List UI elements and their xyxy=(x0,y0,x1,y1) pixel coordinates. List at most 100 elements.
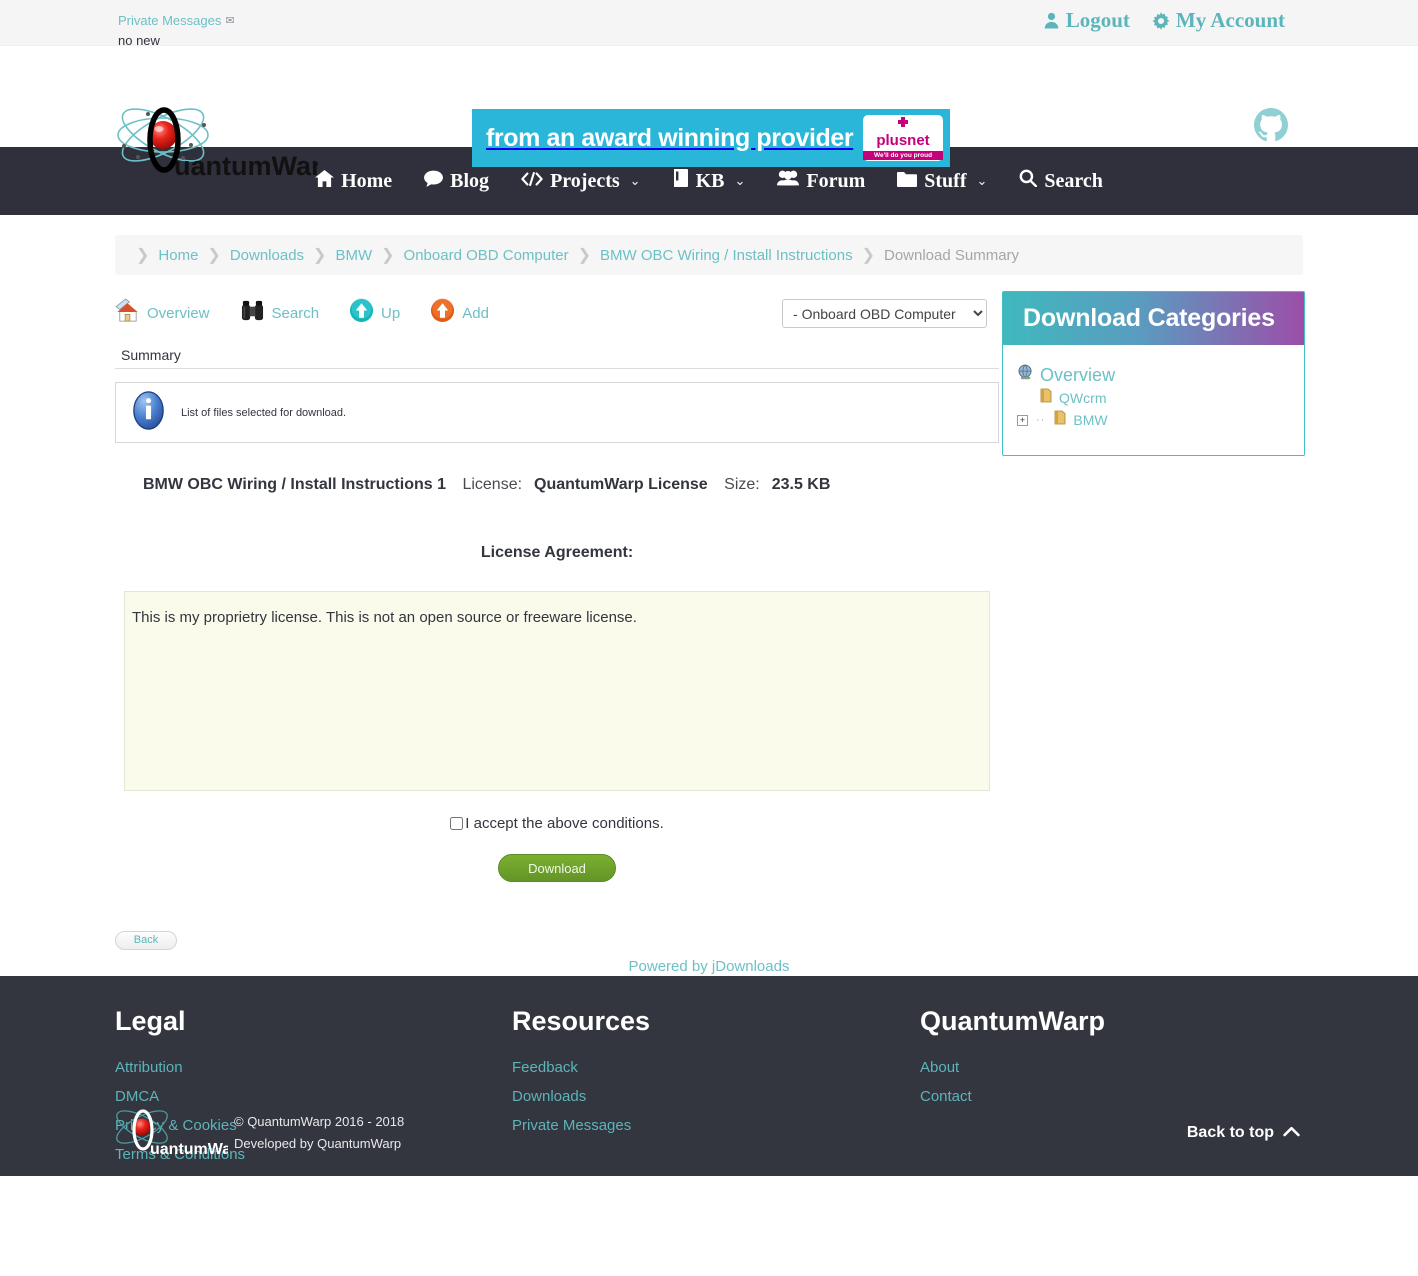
nav-item-search[interactable]: Search xyxy=(1003,169,1119,193)
plusnet-wordmark: plusnet xyxy=(876,131,930,149)
category-link-qwcrm[interactable]: QWcrm xyxy=(1059,390,1106,406)
footer-link-about[interactable]: About xyxy=(920,1059,1105,1076)
breadcrumb: ❯ Home ❯ Downloads ❯ BMW ❯ Onboard OBD C… xyxy=(115,235,1303,275)
chevron-down-icon: ⌄ xyxy=(734,173,746,188)
sidebar-column: Download Categories Overview QWcrm + ·· … xyxy=(1002,291,1305,456)
breadcrumb-separator: ❯ xyxy=(207,247,221,264)
top-utility-bar: Private Messages ✉ no new Logout My Accou… xyxy=(0,0,1418,49)
back-button[interactable]: Back xyxy=(115,930,177,950)
toolbar-add[interactable]: Add xyxy=(430,298,489,328)
category-link-bmw[interactable]: BMW xyxy=(1073,412,1107,428)
back-to-top-label: Back to top xyxy=(1186,1123,1274,1141)
toolbar-up[interactable]: Up xyxy=(349,298,400,328)
category-row-bmw[interactable]: + ·· BMW xyxy=(1003,409,1304,431)
my-account-label: My Account xyxy=(1175,8,1285,32)
svg-text:uantumWarp: uantumWarp xyxy=(174,151,318,181)
tree-connector: ·· xyxy=(1036,414,1046,426)
footer-heading-quantumwarp: QuantumWarp xyxy=(920,1005,1105,1036)
plusnet-tagline: We'll do you proud xyxy=(863,150,943,160)
private-messages-link[interactable]: Private Messages xyxy=(118,13,221,28)
gear-icon xyxy=(1152,11,1170,30)
license-agreement-heading: License Agreement: xyxy=(480,544,634,561)
nav-label-home: Home xyxy=(341,169,393,192)
nav-item-projects[interactable]: Projects ⌄ xyxy=(505,170,657,193)
footer-link-attribution[interactable]: Attribution xyxy=(115,1059,512,1076)
site-logo[interactable]: uantumWarp xyxy=(108,99,338,181)
logout-label: Logout xyxy=(1065,8,1130,32)
nav-item-kb[interactable]: KB ⌄ xyxy=(657,169,762,193)
download-button-wrap: Download xyxy=(115,854,999,882)
footer-link-feedback[interactable]: Feedback xyxy=(512,1059,920,1076)
chevron-down-icon: ⌄ xyxy=(976,173,988,188)
nav-label-blog: Blog xyxy=(450,169,490,192)
summary-heading: Summary xyxy=(115,341,1000,369)
toolbar-overview[interactable]: Overview xyxy=(115,298,210,328)
category-row-overview[interactable]: Overview xyxy=(1003,363,1304,387)
svg-text:uantumWarp: uantumWarp xyxy=(150,1141,228,1158)
my-account-link[interactable]: My Account xyxy=(1152,8,1285,33)
footer-copyright: © QuantumWarp 2016 - 2018 xyxy=(234,1114,405,1130)
download-button[interactable]: Download xyxy=(498,854,617,882)
account-links: Logout My Account xyxy=(1043,8,1285,33)
license-label: License: xyxy=(462,476,523,493)
breadcrumb-item-home[interactable]: Home xyxy=(158,247,198,264)
nav-label-stuff: Stuff xyxy=(924,169,967,192)
accept-conditions-label: I accept the above conditions. xyxy=(465,815,664,832)
size-label: Size: xyxy=(724,476,760,493)
nav-item-stuff[interactable]: Stuff ⌄ xyxy=(881,170,1003,193)
content-columns: Overview Search Up Add - Onboard OBD Com… xyxy=(115,291,1305,950)
logout-link[interactable]: Logout xyxy=(1043,8,1130,33)
nav-label-kb: KB xyxy=(695,169,725,192)
breadcrumb-item-onboard-obd-computer[interactable]: Onboard OBD Computer xyxy=(404,247,569,264)
advertisement-banner[interactable]: from an award winning provider plusnet W… xyxy=(472,109,950,167)
breadcrumb-separator: ❯ xyxy=(136,247,150,264)
nav-label-search: Search xyxy=(1044,169,1103,192)
envelope-icon: ✉ xyxy=(225,15,235,27)
up-arrow-teal-icon xyxy=(349,298,374,328)
download-categories-header: Download Categories xyxy=(1003,292,1304,345)
user-icon xyxy=(1043,12,1060,29)
plusnet-logo: plusnet We'll do you proud xyxy=(863,115,943,161)
back-to-top-link[interactable]: Back to top xyxy=(1187,1124,1300,1142)
footer-heading-resources: Resources xyxy=(512,1005,651,1036)
breadcrumb-separator: ❯ xyxy=(381,247,395,264)
breadcrumb-item-bmw[interactable]: BMW xyxy=(335,247,372,264)
nav-label-projects: Projects xyxy=(550,169,620,192)
download-categories-title: Download Categories xyxy=(1023,304,1275,332)
category-link-overview[interactable]: Overview xyxy=(1040,365,1115,386)
breadcrumb-current: Download Summary xyxy=(883,246,1020,264)
nav-label-forum: Forum xyxy=(806,169,866,192)
site-footer: Legal Attribution DMCA Privacy & Cookies… xyxy=(0,975,1418,1176)
toolbar-up-label: Up xyxy=(381,304,401,322)
category-select[interactable]: - Onboard OBD Computer xyxy=(782,299,988,328)
footer-credits: © QuantumWarp 2016 - 2018 Developed by Q… xyxy=(234,1111,404,1154)
accept-conditions-checkbox[interactable] xyxy=(450,817,464,830)
breadcrumb-item-wiring-instructions[interactable]: BMW OBC Wiring / Install Instructions xyxy=(600,247,853,264)
size-value: 23.5 KB xyxy=(771,476,831,493)
folder-icon xyxy=(1053,410,1067,430)
github-icon xyxy=(1254,108,1288,146)
private-messages-block: Private Messages ✉ no new xyxy=(118,10,235,49)
file-title: BMW OBC Wiring / Install Instructions 1 xyxy=(143,476,446,493)
footer-logo: uantumWarp xyxy=(110,1102,247,1163)
nav-item-blog[interactable]: Blog xyxy=(408,170,505,193)
github-link[interactable] xyxy=(1254,108,1288,147)
footer-heading-legal: Legal xyxy=(115,1005,186,1036)
category-row-qwcrm[interactable]: QWcrm xyxy=(1003,387,1304,409)
breadcrumb-item-downloads[interactable]: Downloads xyxy=(230,247,304,264)
license-value: QuantumWarp License xyxy=(534,476,708,493)
toolbar-search[interactable]: Search xyxy=(240,299,320,327)
page-content: ❯ Home ❯ Downloads ❯ BMW ❯ Onboard OBD C… xyxy=(0,235,1418,976)
toolbar-add-label: Add xyxy=(462,304,489,322)
nav-item-forum[interactable]: Forum xyxy=(761,169,881,193)
downloads-toolbar: Overview Search Up Add - Onboard OBD Com… xyxy=(115,291,999,335)
toolbar-search-label: Search xyxy=(271,304,320,322)
powered-by-link[interactable]: Powered by jDownloads xyxy=(629,958,790,975)
chevron-up-icon xyxy=(1283,1124,1300,1142)
nav-items: Home Blog Projects ⌄ KB ⌄ Forum Stuff ⌄ … xyxy=(299,169,1119,193)
expand-node-icon[interactable]: + xyxy=(1017,414,1029,426)
search-icon xyxy=(1019,169,1038,193)
code-icon xyxy=(521,170,543,193)
file-details-line: BMW OBC Wiring / Install Instructions 1 … xyxy=(115,476,999,494)
binoculars-icon xyxy=(240,299,265,327)
